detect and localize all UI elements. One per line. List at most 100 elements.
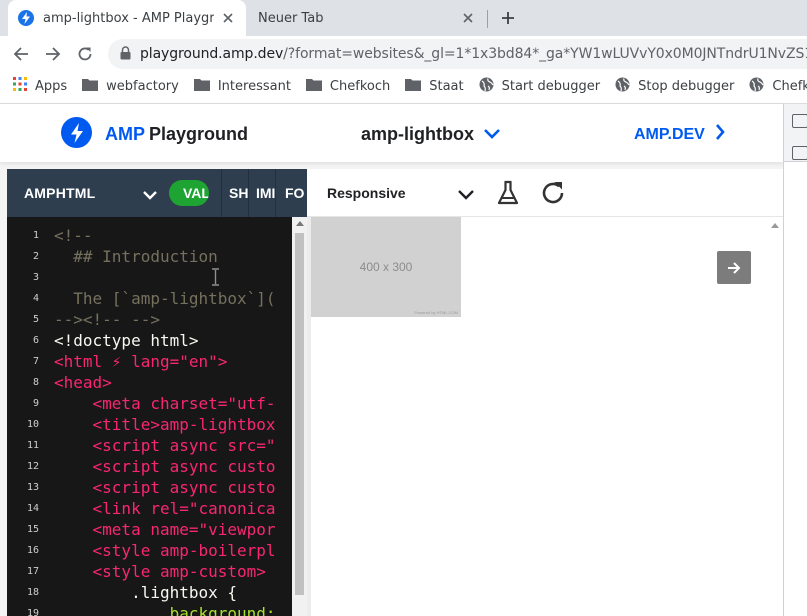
- line-number: 7: [32, 356, 39, 367]
- line-number: 3: [32, 272, 39, 283]
- tab-import[interactable]: IMI: [248, 169, 275, 217]
- validation-status-badge[interactable]: VALID: [169, 180, 209, 206]
- globe-icon: [615, 77, 638, 96]
- line-number: 11: [26, 440, 39, 451]
- code-text: <script async src=": [54, 436, 276, 455]
- amp-dev-label: AMP.DEV: [634, 125, 705, 143]
- tab-format[interactable]: FO: [275, 169, 307, 217]
- line-number: 12: [26, 461, 39, 472]
- globe-icon: [749, 77, 772, 96]
- code-text: background:: [54, 604, 276, 616]
- line-number: 15: [26, 524, 39, 535]
- devtools-side-strip: [783, 104, 807, 616]
- line-number: 8: [32, 377, 39, 388]
- line-number: 18: [26, 587, 39, 598]
- code-text: <html ⚡ lang="en">: [54, 352, 228, 371]
- tab-label: SH: [229, 185, 248, 201]
- url-text: playground.amp.dev/?format=websites&_gl=…: [140, 46, 807, 62]
- browser-tab[interactable]: Neuer Tab: [246, 0, 486, 36]
- code-text: .lightbox {: [54, 583, 238, 602]
- globe-icon: [479, 77, 502, 96]
- dock-panel-icon[interactable]: [792, 146, 807, 160]
- line-number: 4: [32, 293, 39, 304]
- line-number: 6: [32, 335, 39, 346]
- folder-icon: [193, 78, 218, 95]
- device-toolbar-icon[interactable]: [792, 114, 807, 128]
- code-text: <!doctype html>: [54, 331, 199, 350]
- reload-icon[interactable]: [74, 43, 96, 65]
- url-path: /?format=websites&_gl=1*1x3bd84*_ga*YW1w…: [283, 46, 807, 62]
- bookmark-folder[interactable]: Staat: [405, 78, 464, 95]
- amp-logo-icon[interactable]: [61, 117, 92, 148]
- chevron-down-icon[interactable]: [142, 186, 158, 205]
- line-number: 17: [26, 566, 39, 577]
- bookmark-folder[interactable]: webfactory: [82, 78, 179, 95]
- bookmark-link[interactable]: Stop debugger: [615, 77, 734, 96]
- code-text: <script async custo: [54, 478, 276, 497]
- tab-title: Neuer Tab: [258, 10, 324, 26]
- folder-icon: [82, 78, 106, 95]
- amp-favicon-icon: [18, 10, 34, 26]
- flask-icon[interactable]: [497, 180, 519, 210]
- tab-share[interactable]: SH: [221, 169, 248, 217]
- code-text: <meta name="viewpor: [54, 520, 276, 539]
- line-number: 2: [32, 251, 39, 262]
- code-editor[interactable]: 1 <!-- 2 ## Introduction 3 4 The [`amp-li…: [7, 217, 292, 616]
- reload-preview-icon[interactable]: [540, 180, 566, 210]
- placeholder-credit: Powered by HTML.COM: [414, 310, 458, 315]
- forward-arrow-icon[interactable]: [42, 43, 64, 65]
- bookmark-label: Interessant: [217, 78, 291, 94]
- bookmarks-bar: Apps webfactory Interessant Chefkoch Sta…: [0, 72, 807, 100]
- placeholder-size-label: 400 x 300: [359, 260, 413, 274]
- line-number: 9: [32, 398, 39, 409]
- brand-title[interactable]: AMP Playground: [105, 124, 248, 145]
- bookmark-label: Chefkoch: [772, 78, 807, 94]
- editor-toolbar: AMPHTML VALID SH IMI FO: [7, 169, 307, 217]
- document-title: amp-lightbox: [361, 124, 474, 144]
- next-arrow-button[interactable]: [717, 251, 751, 284]
- preview-scrollbar[interactable]: [767, 217, 783, 616]
- folder-icon: [405, 78, 429, 95]
- placeholder-image[interactable]: 400 x 300 Powered by HTML.COM: [311, 217, 461, 317]
- preview-mode-label[interactable]: Responsive: [327, 185, 406, 201]
- url-host: playground.amp.dev: [140, 46, 284, 62]
- close-tab-icon[interactable]: [460, 10, 476, 26]
- browser-tab-active[interactable]: amp-lightbox - AMP Playground: [8, 0, 246, 36]
- line-number: 10: [26, 419, 39, 430]
- editor-scrollbar[interactable]: [292, 217, 307, 616]
- bookmark-link[interactable]: Chefkoch: [749, 77, 807, 96]
- new-tab-plus-icon[interactable]: [498, 8, 518, 28]
- bookmark-folder[interactable]: Chefkoch: [305, 78, 390, 95]
- bookmark-label: webfactory: [106, 78, 179, 94]
- folder-icon: [305, 78, 330, 95]
- line-number: 13: [26, 482, 39, 493]
- bookmark-label: Start debugger: [501, 78, 601, 94]
- code-text: <script async custo: [54, 457, 276, 476]
- amp-dev-link[interactable]: AMP.DEV: [634, 124, 725, 145]
- close-tab-icon[interactable]: [220, 10, 236, 26]
- scroll-up-arrow-icon[interactable]: [296, 221, 304, 226]
- editor-mode-label[interactable]: AMPHTML: [24, 185, 95, 201]
- line-number: 19: [26, 608, 39, 616]
- devtools-toolbar: [784, 104, 807, 162]
- bookmark-apps[interactable]: Apps: [13, 77, 67, 95]
- bookmark-link[interactable]: Start debugger: [479, 77, 600, 96]
- code-text: <head>: [54, 373, 112, 392]
- document-selector[interactable]: amp-lightbox: [361, 124, 501, 145]
- bookmark-label: Apps: [35, 78, 68, 94]
- back-arrow-icon[interactable]: [10, 43, 32, 65]
- code-text: <!--: [54, 226, 93, 245]
- code-text: The [`amp-lightbox`](: [54, 289, 276, 308]
- chevron-right-icon: [705, 124, 725, 145]
- address-bar[interactable]: playground.amp.dev/?format=websites&_gl=…: [108, 39, 807, 69]
- playground-header: AMP Playground amp-lightbox AMP.DEV: [0, 104, 783, 162]
- bookmark-folder[interactable]: Interessant: [193, 78, 291, 95]
- lock-icon: [120, 45, 131, 64]
- code-text: <style amp-boilerpl: [54, 541, 276, 560]
- scrollbar-thumb[interactable]: [295, 233, 304, 595]
- line-number: 14: [26, 503, 39, 514]
- line-number: 1: [32, 230, 39, 241]
- tab-label: IMI: [256, 185, 275, 201]
- chevron-down-icon[interactable]: [457, 186, 475, 205]
- scroll-up-arrow-icon[interactable]: [771, 223, 779, 228]
